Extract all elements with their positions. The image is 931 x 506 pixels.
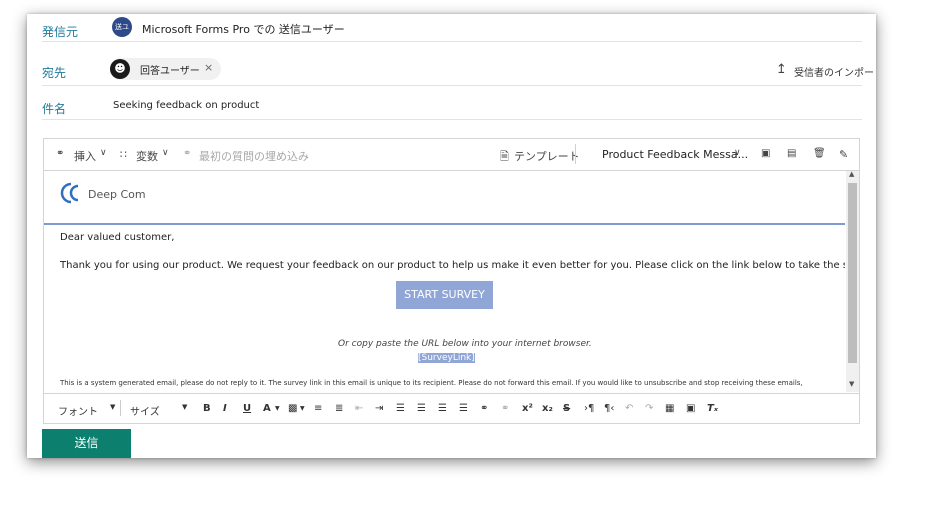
import-recipients-button[interactable]: 受信者のインポート — [794, 64, 876, 79]
format-toolbar: フォント ▼ サイズ ▼ B I U A ▼ ▩ ▼ ≡ ≣ ⇤ ⇥ ☰ ☰ ☰… — [44, 393, 859, 424]
scroll-thumb[interactable] — [848, 183, 857, 363]
underline-icon[interactable]: U — [243, 403, 251, 414]
logo-text: Deep Com — [88, 188, 146, 201]
image-icon[interactable]: ▣ — [686, 403, 695, 414]
rtl-icon[interactable]: ¶‹ — [604, 403, 614, 414]
body-text: Thank you for using our product. We requ… — [60, 260, 845, 271]
template-icon: 🗎 — [500, 150, 509, 163]
send-button[interactable]: 送信 — [42, 429, 131, 458]
person-icon: ☻ — [110, 59, 130, 79]
delete-icon[interactable]: 🗑 — [813, 148, 826, 159]
scroll-up-icon[interactable]: ▲ — [849, 170, 854, 178]
footer-text: This is a system generated email, please… — [60, 379, 803, 387]
email-compose-window: 発信元 送ユ Microsoft Forms Pro での 送信ユーザー 宛先 … — [27, 14, 876, 458]
save-icon[interactable]: ▣ — [761, 148, 770, 159]
toolbar-divider — [575, 144, 576, 164]
superscript-icon[interactable]: x² — [522, 403, 533, 414]
scroll-down-icon[interactable]: ▼ — [849, 380, 854, 388]
table-icon[interactable]: ▦ — [665, 403, 674, 414]
embed-icon: ⚭ — [183, 148, 192, 159]
subject-label: 件名 — [42, 102, 67, 116]
strikethrough-icon[interactable]: S — [563, 403, 570, 414]
start-survey-button[interactable]: START SURVEY — [396, 281, 493, 309]
chevron-down-icon[interactable]: ▼ — [110, 403, 115, 411]
align-left-icon[interactable]: ☰ — [396, 403, 405, 414]
subject-row: 件名 Seeking feedback on product — [42, 86, 862, 120]
subject-input[interactable]: Seeking feedback on product — [113, 100, 259, 111]
to-row: 宛先 ☻ 回答ユーザー × ↥ 受信者のインポート — [42, 42, 876, 86]
template-select[interactable]: Product Feedback Messa... — [602, 148, 748, 161]
justify-icon[interactable]: ☰ — [459, 403, 468, 414]
to-label: 宛先 — [42, 66, 67, 80]
import-arrow-icon[interactable]: ↥ — [776, 62, 787, 77]
email-body[interactable]: Deep Com Dear valued customer, Thank you… — [44, 171, 845, 392]
highlight-icon[interactable]: ▩ — [288, 403, 297, 414]
from-row: 発信元 送ユ Microsoft Forms Pro での 送信ユーザー — [42, 14, 862, 42]
survey-link[interactable]: [SurveyLink] — [418, 353, 475, 363]
toolbar-divider — [120, 400, 121, 416]
redo-icon[interactable]: ↷ — [645, 403, 653, 414]
recipient-name: 回答ユーザー — [140, 66, 200, 77]
email-editor: ⚭ 挿入 ∨ ∷ 変数 ∨ ⚭ 最初の質問の埋め込み 🗎 テンプレート Prod… — [43, 138, 860, 424]
italic-icon[interactable]: I — [223, 403, 227, 414]
editor-toolbar: ⚭ 挿入 ∨ ∷ 変数 ∨ ⚭ 最初の質問の埋め込み 🗎 テンプレート Prod… — [44, 139, 859, 171]
chevron-down-icon[interactable]: ∨ — [162, 148, 169, 158]
editor-scrollbar[interactable]: ▲ ▼ — [846, 170, 859, 392]
chevron-down-icon[interactable]: ∨ — [100, 148, 107, 158]
chevron-down-icon[interactable]: ▼ — [300, 405, 305, 412]
deep-com-logo-icon — [60, 182, 79, 204]
bullet-list-icon[interactable]: ≡ — [314, 403, 322, 414]
font-select[interactable]: フォント — [58, 403, 98, 418]
save-as-icon[interactable]: ▤ — [787, 148, 796, 159]
chevron-down-icon[interactable]: ∨ — [734, 148, 741, 158]
template-button[interactable]: テンプレート — [514, 148, 580, 164]
greeting-text: Dear valued customer, — [60, 232, 175, 243]
ltr-icon[interactable]: ›¶ — [584, 403, 594, 414]
clear-format-icon[interactable]: Tₓ — [707, 403, 718, 414]
align-center-icon[interactable]: ☰ — [417, 403, 426, 414]
link-icon: ⚭ — [56, 148, 65, 159]
edit-icon[interactable]: ✎ — [839, 148, 848, 161]
size-select[interactable]: サイズ — [130, 403, 160, 418]
link-icon[interactable]: ⚭ — [480, 403, 488, 414]
from-label: 発信元 — [42, 25, 79, 39]
align-right-icon[interactable]: ☰ — [438, 403, 447, 414]
outdent-icon[interactable]: ⇤ — [355, 403, 363, 414]
numbered-list-icon[interactable]: ≣ — [335, 403, 343, 414]
font-color-icon[interactable]: A — [263, 403, 271, 414]
recipient-chip[interactable]: ☻ 回答ユーザー × — [110, 58, 221, 80]
indent-icon[interactable]: ⇥ — [375, 403, 383, 414]
copy-hint-text: Or copy paste the URL below into your in… — [338, 339, 592, 349]
chevron-down-icon[interactable]: ▼ — [182, 403, 187, 411]
chevron-down-icon[interactable]: ▼ — [275, 405, 280, 412]
sender-name[interactable]: Microsoft Forms Pro での 送信ユーザー — [142, 21, 345, 37]
insert-menu[interactable]: 挿入 — [74, 148, 96, 164]
variable-icon: ∷ — [120, 148, 127, 161]
header-divider — [44, 223, 845, 225]
subscript-icon[interactable]: x₂ — [542, 403, 553, 414]
undo-icon[interactable]: ↶ — [625, 403, 633, 414]
sender-avatar: 送ユ — [112, 17, 132, 37]
bold-icon[interactable]: B — [203, 403, 211, 414]
remove-recipient-icon[interactable]: × — [204, 61, 213, 74]
embed-first-question[interactable]: 最初の質問の埋め込み — [199, 148, 309, 164]
variable-menu[interactable]: 変数 — [136, 148, 158, 164]
unlink-icon[interactable]: ⚭ — [501, 403, 509, 414]
